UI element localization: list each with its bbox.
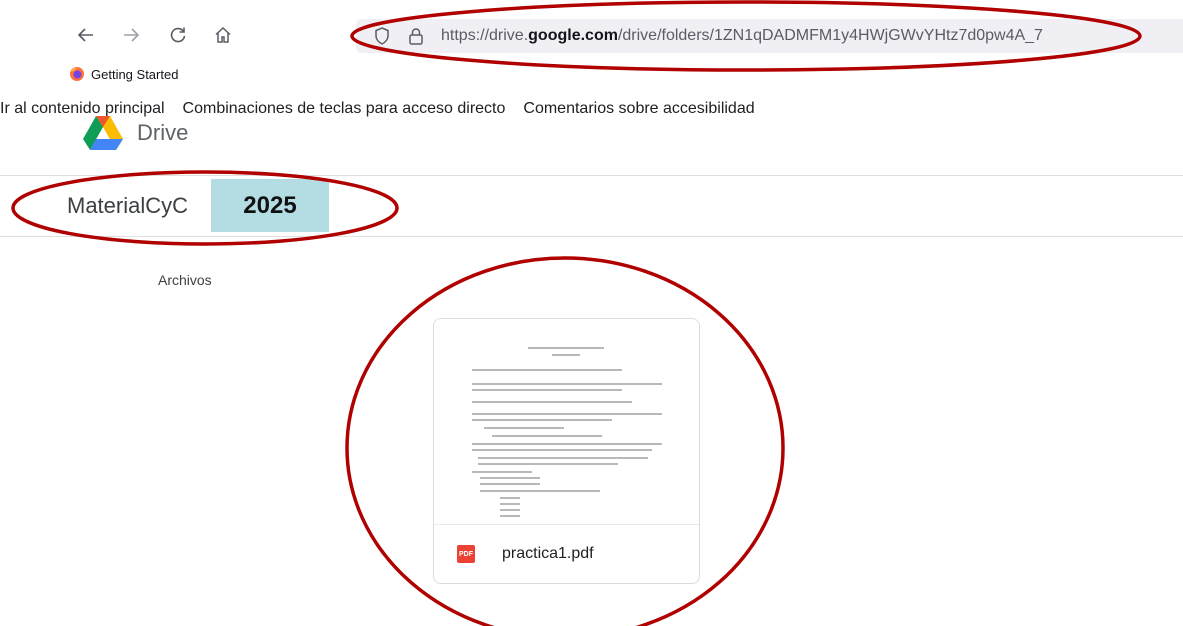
url-text[interactable]: https://drive.google.com/drive/folders/1… bbox=[441, 27, 1043, 45]
bookmark-label: Getting Started bbox=[91, 66, 179, 82]
home-button[interactable] bbox=[210, 22, 236, 48]
skip-link-keyboard-shortcuts[interactable]: Combinaciones de teclas para acceso dire… bbox=[183, 100, 506, 117]
forward-button[interactable] bbox=[118, 22, 144, 48]
file-footer[interactable]: PDF practica1.pdf bbox=[434, 525, 699, 583]
url-prefix: https://drive. bbox=[441, 27, 529, 44]
reload-icon bbox=[170, 27, 186, 43]
reload-button[interactable] bbox=[165, 22, 191, 48]
folder-title: MaterialCyC bbox=[67, 193, 189, 218]
file-card[interactable]: PDF practica1.pdf bbox=[433, 318, 700, 584]
home-icon bbox=[215, 26, 231, 43]
folder-divider bbox=[0, 236, 1183, 237]
file-name[interactable]: practica1.pdf bbox=[502, 545, 594, 563]
back-arrow-icon bbox=[77, 28, 93, 42]
back-button[interactable] bbox=[73, 22, 99, 48]
url-domain: google.com bbox=[528, 27, 618, 44]
bookmark-getting-started[interactable]: Getting Started bbox=[69, 66, 178, 82]
url-bar[interactable]: https://drive.google.com/drive/folders/1… bbox=[356, 19, 1183, 53]
header-divider bbox=[0, 175, 1183, 176]
drive-logo[interactable]: Drive bbox=[83, 115, 188, 151]
google-drive-icon bbox=[83, 116, 123, 150]
year-badge: 2025 bbox=[211, 179, 329, 232]
forward-arrow-icon bbox=[124, 28, 140, 42]
lock-icon[interactable] bbox=[406, 26, 426, 46]
file-thumbnail[interactable] bbox=[434, 319, 699, 525]
pdf-icon: PDF bbox=[457, 545, 475, 563]
section-label-files: Archivos bbox=[158, 272, 212, 288]
skip-link-accessibility-feedback[interactable]: Comentarios sobre accesibilidad bbox=[523, 100, 754, 117]
url-path: /drive/folders/1ZN1qDADMFM1y4HWjGWvYHtz7… bbox=[617, 27, 1043, 44]
shield-icon[interactable] bbox=[372, 26, 392, 46]
browser-toolbar: https://drive.google.com/drive/folders/1… bbox=[0, 0, 1183, 96]
firefox-icon bbox=[70, 67, 84, 81]
drive-logo-text: Drive bbox=[137, 120, 189, 145]
